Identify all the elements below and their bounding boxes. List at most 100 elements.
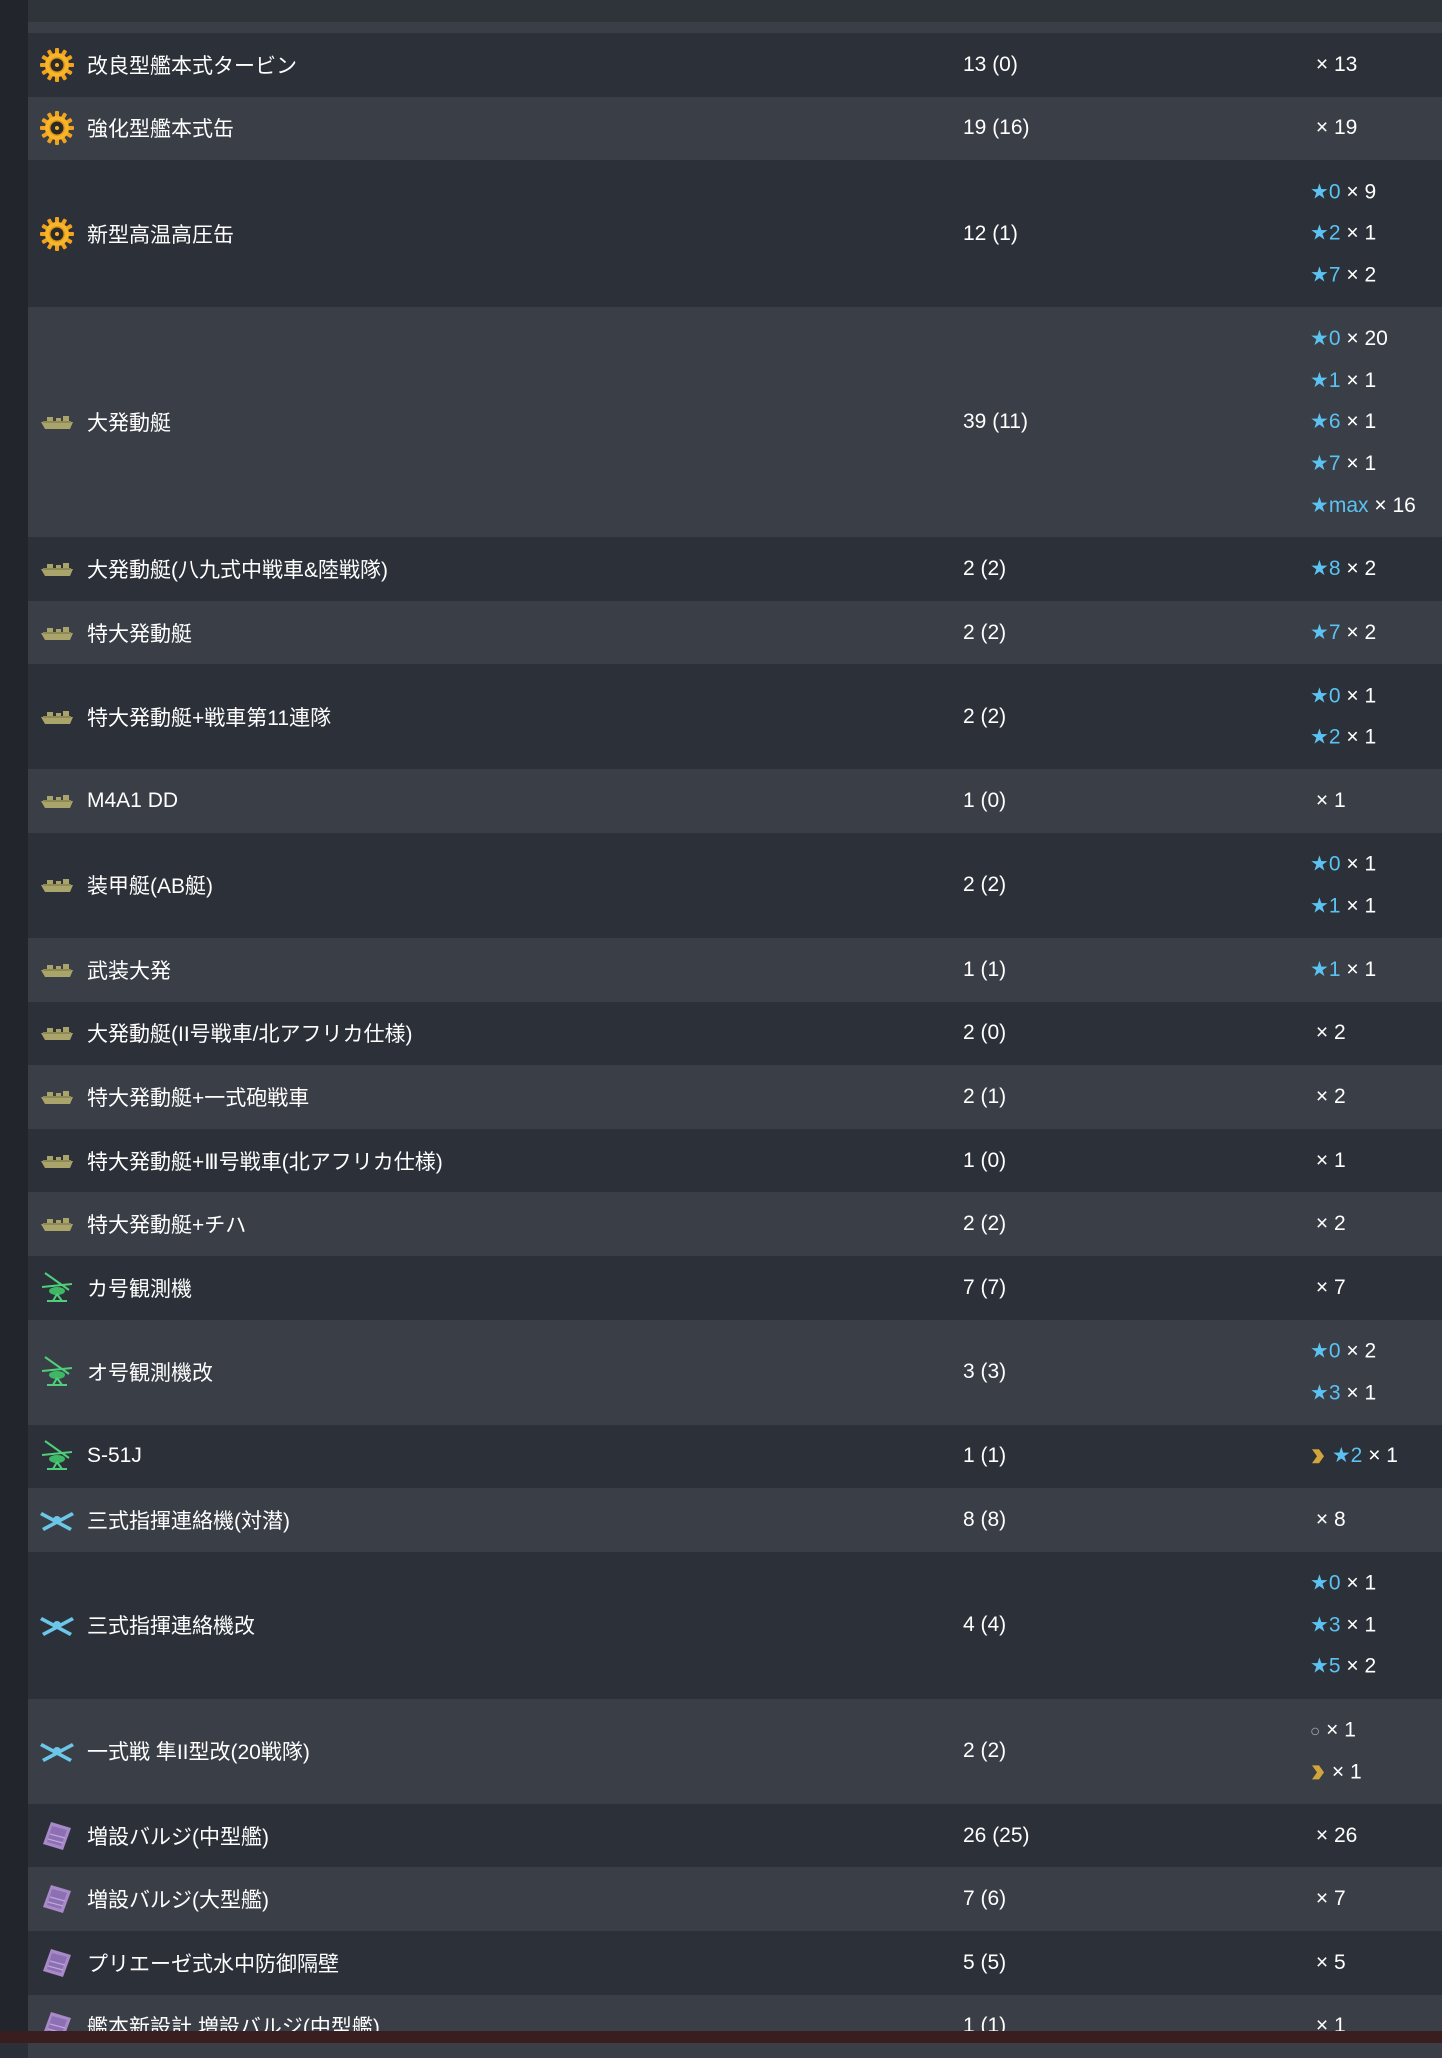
improvement-breakdown: × 7: [1310, 1267, 1346, 1309]
table-row: 改良型艦本式タービン13 (0) × 13: [28, 33, 1442, 97]
quantity: × 2: [1316, 1022, 1346, 1045]
quantity: × 1: [1316, 1149, 1346, 1172]
equipment-count: 5 (5): [963, 1951, 1006, 1975]
equipment-count: 2 (2): [963, 1739, 1006, 1763]
improvement-star: ★0: [1310, 1572, 1341, 1595]
autogyro-icon: [39, 1354, 75, 1390]
breakdown-line: ★7 × 1: [1310, 443, 1416, 485]
table-row: S-51J1 (1) ★2 × 1: [28, 1425, 1442, 1489]
breakdown-line: ★0 × 1: [1310, 1563, 1376, 1605]
quantity: × 2: [1346, 621, 1376, 644]
equipment-name: 特大発動艇+Ⅲ号戦車(北アフリカ仕様): [87, 1146, 443, 1176]
table-row: 一式戦 隼II型改(20戦隊)2 (2)○ × 1 × 1: [28, 1699, 1442, 1804]
improvement-star: ★1: [1310, 369, 1341, 392]
quantity: × 7: [1316, 1887, 1346, 1910]
breakdown-line: × 7: [1310, 1267, 1346, 1309]
quantity: × 8: [1316, 1508, 1346, 1531]
improvement-breakdown: × 1: [1310, 780, 1346, 822]
table-row: 武装大発1 (1)★1 × 1: [28, 938, 1442, 1002]
breakdown-line: ★3 × 1: [1310, 1604, 1376, 1646]
landing-craft-icon: [39, 1015, 75, 1051]
equipment-name: プリエーゼ式水中防御隔壁: [87, 1948, 339, 1978]
improvement-star: ★1: [1310, 958, 1341, 981]
improvement-breakdown: ★7 × 2: [1310, 612, 1376, 654]
improvement-breakdown: ★0 × 20★1 × 1★6 × 1★7 × 1★max × 16: [1310, 318, 1416, 526]
equipment-count: 4 (4): [963, 1613, 1006, 1637]
quantity: × 1: [1346, 410, 1376, 433]
quantity: × 13: [1316, 53, 1357, 76]
breakdown-line: × 1: [1310, 780, 1346, 822]
table-row: 三式指揮連絡機改4 (4)★0 × 1★3 × 1★5 × 2: [28, 1552, 1442, 1699]
equipment-name: 特大発動艇: [87, 618, 192, 648]
breakdown-line: ★1 × 1: [1310, 360, 1416, 402]
breakdown-line: × 2: [1310, 1203, 1346, 1245]
breakdown-line: ★0 × 1: [1310, 844, 1376, 886]
equipment-count: 8 (8): [963, 1508, 1006, 1532]
equipment-count: 2 (2): [963, 705, 1006, 729]
breakdown-line: ★3 × 1: [1310, 1372, 1376, 1414]
proficiency-chevron-icon: [1310, 1439, 1326, 1457]
breakdown-line: ★7 × 2: [1310, 612, 1376, 654]
breakdown-line: × 2: [1310, 1013, 1346, 1055]
quantity: × 1: [1346, 853, 1376, 876]
improvement-star: ★0: [1310, 853, 1341, 876]
turbine-icon: [39, 110, 75, 146]
top-row-divider: [28, 22, 1442, 33]
equipment-name: M4A1 DD: [87, 789, 178, 813]
equipment-count: 7 (7): [963, 1276, 1006, 1300]
quantity: × 1: [1346, 684, 1376, 707]
table-row: 特大発動艇 2 (2) ★7 × 2: [28, 601, 1442, 665]
quantity: × 7: [1316, 1276, 1346, 1299]
landing-craft-icon: [39, 952, 75, 988]
equipment-count: 2 (2): [963, 1212, 1006, 1236]
breakdown-line: ★0 × 9: [1310, 171, 1376, 213]
improvement-breakdown: ★0 × 9★2 × 1★7 × 2: [1310, 171, 1376, 296]
equipment-name: 大発動艇(II号戦車/北アフリカ仕様): [87, 1018, 413, 1048]
equipment-name: 一式戦 隼II型改(20戦隊): [87, 1736, 310, 1766]
bulge-icon: [39, 1945, 75, 1981]
quantity: × 5: [1316, 1951, 1346, 1974]
breakdown-line: × 2: [1310, 1076, 1346, 1118]
improvement-breakdown: × 19: [1310, 108, 1357, 150]
improvement-star: ★3: [1310, 1381, 1341, 1404]
improvement-breakdown: × 2: [1310, 1013, 1346, 1055]
equipment-count: 2 (0): [963, 1021, 1006, 1045]
improvement-star: ★5: [1310, 1655, 1341, 1678]
equipment-count: 2 (2): [963, 621, 1006, 645]
improvement-breakdown: × 7: [1310, 1878, 1346, 1920]
equipment-name: 特大発動艇+チハ: [87, 1209, 246, 1239]
quantity: × 16: [1374, 494, 1415, 517]
breakdown-line: ★5 × 2: [1310, 1646, 1376, 1688]
equipment-name: 三式指揮連絡機(対潜): [87, 1505, 290, 1535]
quantity: × 1: [1316, 789, 1346, 812]
improvement-star: ★2: [1332, 1445, 1363, 1468]
proficiency-chevron-icon: [1310, 1754, 1326, 1772]
table-row: オ号観測機改3 (3)★0 × 2★3 × 1: [28, 1320, 1442, 1425]
bulge-icon: [39, 1881, 75, 1917]
breakdown-line: × 1: [1310, 1140, 1346, 1182]
equipment-count: 39 (11): [963, 410, 1028, 434]
liaison-plane-icon: [39, 1733, 75, 1769]
equipment-count: 1 (1): [963, 1444, 1006, 1468]
liaison-plane-icon: [39, 1502, 75, 1538]
quantity: × 1: [1346, 726, 1376, 749]
quantity: × 1: [1346, 958, 1376, 981]
breakdown-line: ★2 × 1: [1310, 717, 1376, 759]
table-row: プリエーゼ式水中防御隔壁 5 (5) × 5: [28, 1931, 1442, 1995]
equipment-count: 2 (1): [963, 1085, 1006, 1109]
improvement-star: ★0: [1310, 327, 1341, 350]
breakdown-line: ★0 × 1: [1310, 675, 1376, 717]
improvement-star: ★7: [1310, 621, 1341, 644]
improvement-star: ★1: [1310, 894, 1341, 917]
quantity: × 1: [1368, 1445, 1398, 1468]
improvement-star: ★3: [1310, 1613, 1341, 1636]
landing-craft-icon: [39, 551, 75, 587]
improvement-breakdown: × 8: [1310, 1499, 1346, 1541]
improvement-breakdown: ★0 × 1★3 × 1★5 × 2: [1310, 1563, 1376, 1688]
table-row: カ号観測機7 (7) × 7: [28, 1256, 1442, 1320]
table-row: 大発動艇(八九式中戦車&陸戦隊)2 (2)★8 × 2: [28, 537, 1442, 601]
breakdown-line: ★2 × 1: [1310, 213, 1376, 255]
table-row: 装甲艇(AB艇)2 (2)★0 × 1★1 × 1: [28, 833, 1442, 938]
quantity: × 1: [1346, 369, 1376, 392]
table-row: 特大発動艇+戦車第11連隊2 (2)★0 × 1★2 × 1: [28, 664, 1442, 769]
